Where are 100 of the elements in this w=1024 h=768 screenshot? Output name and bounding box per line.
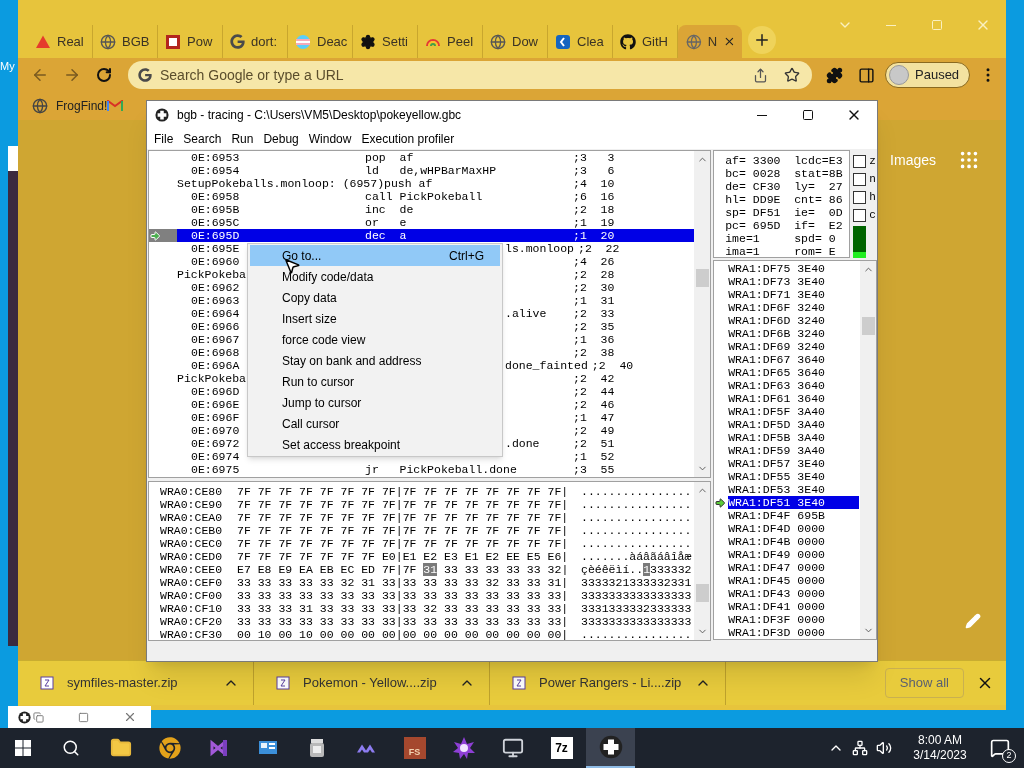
value-text: 3A40	[797, 418, 825, 431]
scroll-thumb[interactable]	[861, 317, 875, 335]
profile-button[interactable]: Paused	[885, 62, 971, 88]
maximize-icon[interactable]	[78, 711, 89, 723]
menu-item[interactable]: Call cursor	[250, 413, 500, 434]
cycles-text: ;2 30	[573, 281, 615, 294]
ascii-text: ................	[581, 537, 692, 550]
bookmark[interactable]: FrogFind!	[32, 97, 108, 115]
close-icon[interactable]	[723, 35, 736, 48]
scrollbar[interactable]	[860, 261, 876, 639]
file-name: symfiles-master.zip	[67, 674, 178, 693]
menu-item[interactable]: Copy data	[250, 287, 500, 308]
value-text: 3A40	[797, 405, 825, 418]
address-text: WRA0:CEC0	[160, 537, 223, 550]
maximize-icon	[931, 19, 943, 31]
menu-item[interactable]: Run	[226, 130, 259, 148]
address-text: 0E:6974	[191, 450, 240, 463]
address-field[interactable]: Search Google or type a URL	[160, 64, 753, 86]
square-logo-icon	[165, 33, 181, 50]
value-text: 3E40	[797, 470, 825, 483]
hex-bytes: 7F 7F 7F 7F 7F 7F 7F 7F|7F 7F 7F 7F 7F 7F 7F 7F|	[237, 485, 569, 498]
minimized-window[interactable]	[8, 706, 151, 728]
tab-title: GitH	[642, 32, 668, 51]
scroll-thumb[interactable]	[695, 269, 709, 287]
register-text: ly= 27	[794, 180, 843, 193]
volume-icon[interactable]	[876, 740, 892, 756]
address-text: WRA1:DF65	[728, 366, 791, 379]
scrollbar[interactable]	[694, 151, 711, 477]
menu-item[interactable]: Run to cursor	[250, 371, 500, 392]
address-text: 0E:695C	[191, 216, 240, 229]
side-panel-icon[interactable]	[858, 66, 875, 84]
cycles-text: ;2 28	[573, 268, 615, 281]
address-text: 0E:695B	[191, 203, 240, 216]
address-bar[interactable]: Search Google or type a URL	[128, 61, 812, 89]
address-text: WRA1:DF43	[728, 587, 791, 600]
flag-checkbox[interactable]	[853, 172, 867, 186]
file-name: Power Rangers - Li....zip	[539, 674, 682, 693]
tab-title: Real	[57, 32, 84, 51]
show-all-button[interactable]: Show all	[884, 668, 964, 698]
ascii-text: .......àáâãáâîåæ	[581, 550, 692, 563]
flag-label: c	[869, 209, 876, 221]
address-text: WRA1:DF5B	[728, 431, 791, 444]
notifications-icon[interactable]	[990, 738, 1010, 758]
address-text: WRA1:DF4D	[728, 522, 791, 535]
register-text: stat=8B	[794, 167, 843, 180]
flag-checkbox[interactable]	[853, 154, 867, 168]
value-text: 0000	[797, 613, 825, 626]
menu-item[interactable]: Search	[178, 130, 227, 148]
label-text: PickPokeba	[177, 268, 246, 281]
cycles-text: ;2 51	[573, 437, 615, 450]
menu-item[interactable]: Modify code/data	[250, 266, 500, 287]
menu-item[interactable]: Debug	[258, 130, 304, 148]
menu-item[interactable]: Window	[303, 130, 357, 148]
taskbar-app-button[interactable]: FS	[390, 728, 439, 768]
address-text: 0E:6975	[191, 463, 240, 476]
menu-item[interactable]: File	[149, 130, 179, 148]
taskbar-app-button[interactable]: 7z	[537, 728, 586, 768]
value-text: 0000	[797, 522, 825, 535]
scroll-thumb[interactable]	[695, 584, 709, 602]
menu-item[interactable]: Execution profiler	[356, 130, 460, 148]
hex-bytes: 33 33 33 31 33 33 33 33|33 32 33 33 33 33 33 33|	[237, 602, 569, 615]
value-text: 3640	[797, 392, 825, 405]
register-text: if= E2	[794, 219, 843, 232]
window-title: bgb - tracing - C:\Users\VM5\Desktop\pokeyellow.gbc	[177, 107, 462, 124]
address-text: WRA1:DF4F	[728, 509, 791, 522]
share-icon[interactable]	[753, 67, 768, 83]
cycles-text: ;2 35	[573, 320, 615, 333]
menu-item[interactable]: Set access breakpoint	[250, 434, 500, 455]
address-text: 0E:6960	[191, 255, 240, 268]
address-text: WRA1:DF6B	[728, 327, 791, 340]
flag-checkbox[interactable]	[853, 190, 867, 204]
restore-icon[interactable]	[33, 711, 44, 723]
menu-item[interactable]: Stay on bank and address	[250, 350, 500, 371]
address-text: WRA1:DF61	[728, 392, 791, 405]
menu-item[interactable]: Insert size	[250, 308, 500, 329]
puzzle-icon[interactable]	[826, 66, 843, 84]
menu-item[interactable]: Jump to cursor	[250, 392, 500, 413]
network-icon[interactable]	[852, 740, 868, 756]
taskbar-app-button[interactable]	[586, 728, 635, 768]
address-text: WRA0:CF10	[160, 602, 223, 615]
flag-checkbox[interactable]	[853, 208, 867, 222]
label-text: SetupPokeballs.monloop: (6957)push af	[177, 177, 433, 190]
star-icon[interactable]	[784, 67, 800, 83]
star-burst-icon	[451, 736, 476, 760]
menu-item[interactable]: force code view	[250, 329, 500, 350]
cycles-text: ;2 42	[573, 372, 615, 385]
clock[interactable]: 8:00 AM 3/14/2023	[904, 733, 976, 763]
ascii-text: çèéêëìí..	[581, 563, 644, 576]
value-text: 3240	[797, 327, 825, 340]
cycles-text: ;2 33	[573, 307, 615, 320]
cycles-text: ;4 10	[573, 177, 615, 190]
minimize-icon	[757, 114, 767, 116]
new-tab-button[interactable]	[748, 26, 776, 54]
scrollbar[interactable]	[694, 482, 711, 640]
menu-item-label: Call cursor	[282, 415, 340, 433]
browser-tab[interactable]: N	[678, 25, 742, 58]
notification-count: 2	[1002, 749, 1016, 763]
value-text: 0000	[797, 600, 825, 613]
menu-item[interactable]: Go to... Ctrl+G	[250, 245, 500, 266]
cycles-text: ;3 3	[573, 151, 615, 164]
